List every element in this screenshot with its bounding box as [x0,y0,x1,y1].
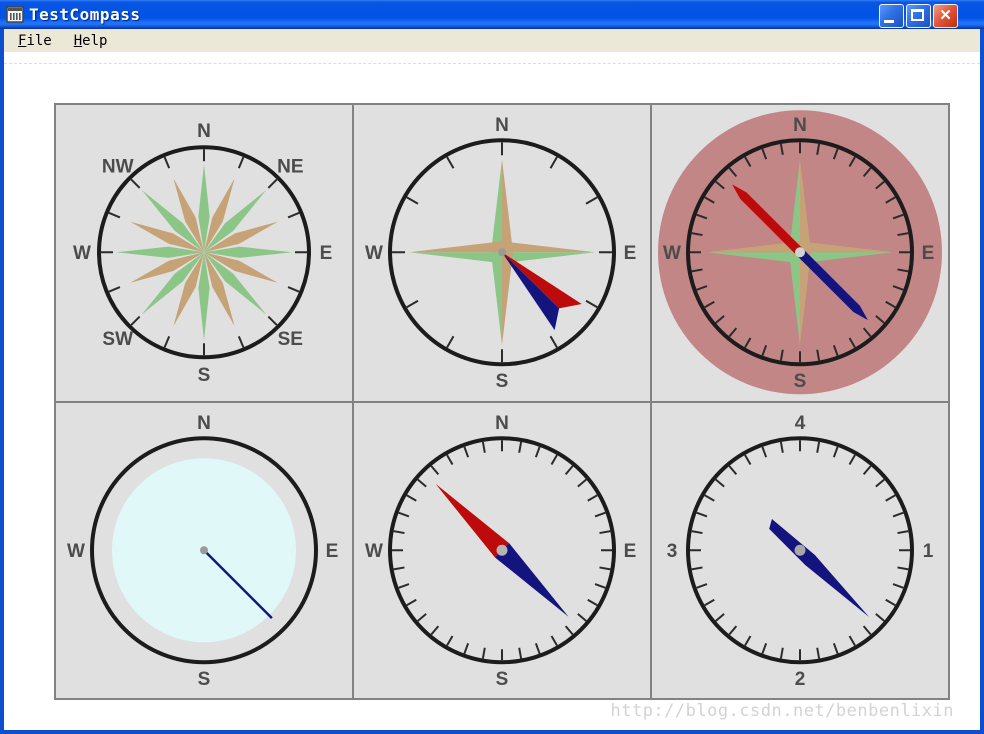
svg-text:S: S [198,668,211,689]
svg-text:N: N [197,412,211,433]
svg-text:N: N [495,115,509,136]
compass-kite-needle-svg: N E S W [365,412,637,689]
compass-grid: N NE E SE S SW W NW NESW NESW NESW NESW 4123 [54,103,950,700]
menu-help-label-rest: elp [82,32,108,49]
svg-text:1: 1 [923,540,934,561]
toolbar-separator [4,63,980,64]
svg-text:W: W [365,243,383,264]
compass-rose16-svg: N NE E SE S SW W NW [73,121,333,386]
svg-text:E: E [624,540,637,561]
svg-text:S: S [198,365,211,386]
menu-help-label: H [73,32,83,49]
svg-text:N: N [495,412,509,433]
compass-panel-numeric-dial[interactable]: 4 1 2 3 [652,402,948,698]
svg-text:NW: NW [102,156,134,177]
menu-help[interactable]: Help [68,32,114,50]
svg-text:W: W [67,540,85,561]
title-bar[interactable]: TestCompass ✕ [0,0,984,29]
svg-text:E: E [326,540,339,561]
svg-text:N: N [197,121,211,142]
maximize-icon [911,9,924,21]
close-button[interactable]: ✕ [933,4,958,28]
svg-text:2: 2 [795,668,806,689]
svg-text:SE: SE [278,329,303,350]
compass-panel-star4-needle[interactable]: N E S W [354,105,650,401]
svg-text:N: N [793,115,807,136]
close-icon: ✕ [939,7,952,24]
compass-panel-pink-dial[interactable]: N E S W [652,105,948,401]
svg-text:S: S [794,371,807,392]
compass-numeric-dial-svg: 4 1 2 3 [667,412,934,689]
minimize-button[interactable] [879,4,904,28]
svg-text:E: E [922,243,935,264]
svg-text:4: 4 [795,412,806,433]
menu-bar: File Help [4,29,980,52]
minimize-icon [884,20,894,23]
compass-panel-cyan-dial[interactable]: N E S W [56,402,352,698]
menu-file-label-rest: ile [26,32,52,49]
svg-text:NE: NE [277,156,303,177]
window-controls: ✕ [879,4,958,28]
svg-text:W: W [73,243,91,264]
menu-file[interactable]: File [12,32,58,50]
compass-cyan-dial-svg: N E S W [67,412,339,689]
compass-panel-kite-needle[interactable]: N E S W [354,402,650,698]
client-area: File Help N NE E SE S SW W NW NESW NESW NESW NE… [4,29,980,730]
watermark: http://blog.csdn.net/benbenlixin [610,701,954,721]
svg-text:W: W [663,243,681,264]
svg-text:E: E [624,243,637,264]
svg-text:SW: SW [102,329,133,350]
svg-text:E: E [320,243,333,264]
svg-text:3: 3 [667,540,678,561]
svg-text:S: S [496,371,509,392]
compass-pink-dial-svg: N E S W [658,110,942,395]
compass-star4-needle-svg: N E S W [365,115,637,392]
maximize-button[interactable] [906,4,931,28]
svg-text:W: W [365,540,383,561]
svg-text:S: S [496,668,509,689]
app-icon-image [6,5,24,23]
compass-panel-rose16[interactable]: N NE E SE S SW W NW [56,105,352,401]
window-title: TestCompass [29,5,141,24]
app-icon[interactable] [6,5,24,24]
